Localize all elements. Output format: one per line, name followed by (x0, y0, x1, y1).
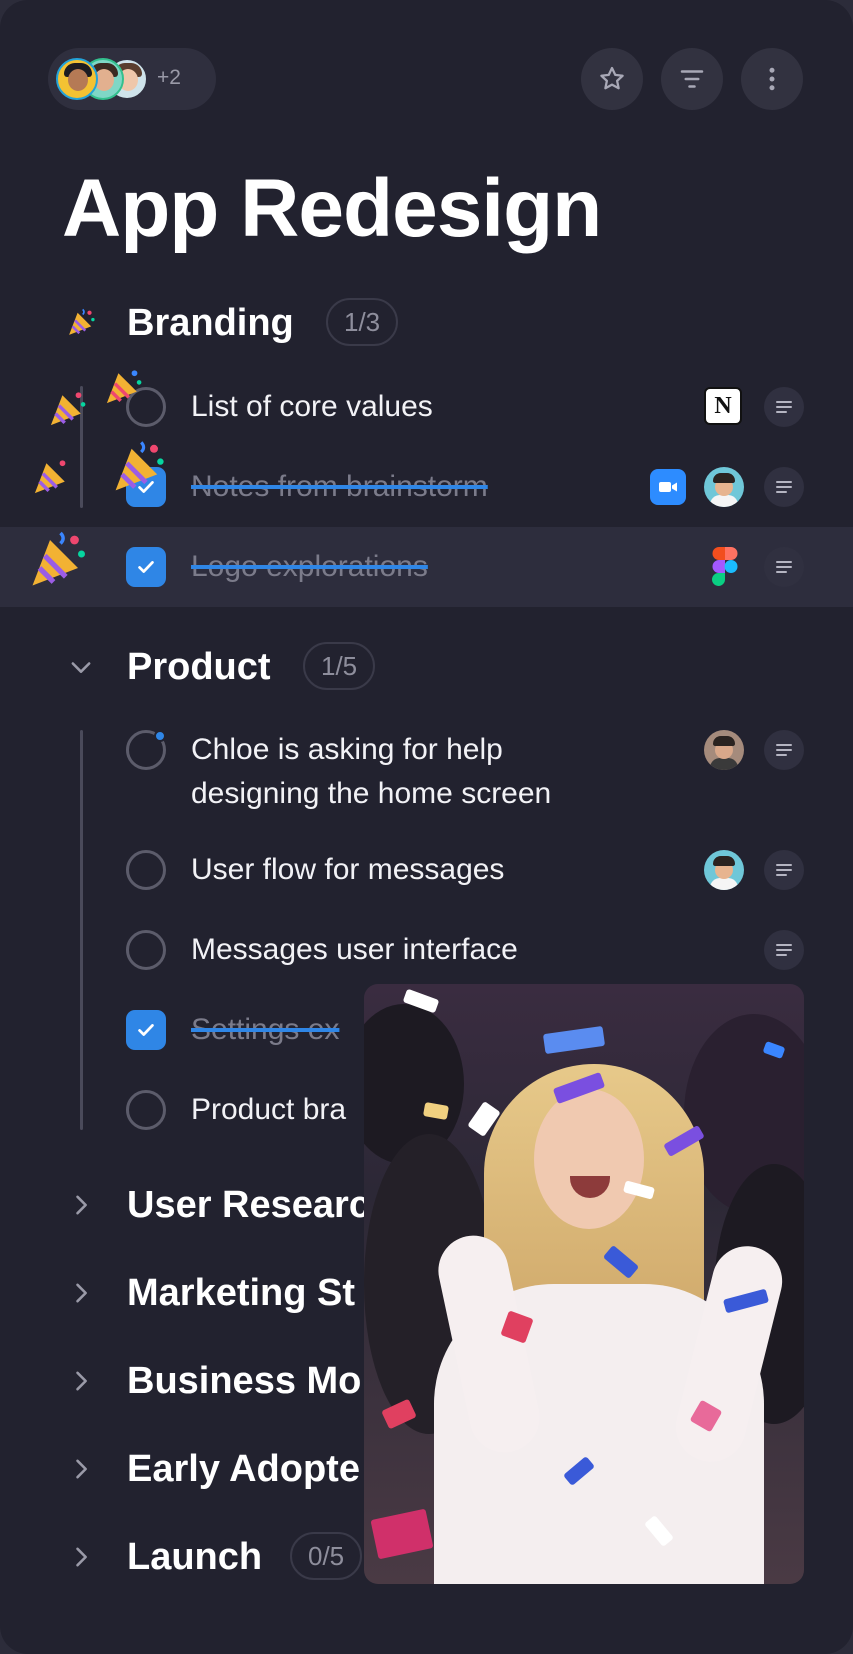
notes-icon (776, 401, 792, 413)
task-label-line-2: designing the home screen (191, 777, 552, 810)
section-title: Business Mo (127, 1360, 362, 1402)
task-row[interactable]: Messages user interface (0, 928, 853, 988)
section-title: User Researc (127, 1184, 370, 1226)
progress-badge: 1/3 (326, 298, 399, 346)
celebration-video[interactable] (364, 984, 804, 1584)
chevron-right-icon[interactable] (64, 1540, 98, 1574)
check-icon (138, 1024, 154, 1036)
person-face (534, 1089, 644, 1229)
notes-button[interactable] (764, 467, 804, 507)
task-checkbox[interactable] (126, 930, 166, 970)
section-header-product[interactable]: Product 1/5 (0, 636, 853, 696)
page-title: App Redesign (62, 163, 602, 254)
more-collaborators-count: +2 (157, 66, 181, 89)
check-icon (138, 561, 154, 573)
section-header-branding[interactable]: Branding 1/3 (0, 292, 853, 352)
confetti (370, 1508, 434, 1560)
notes-icon (776, 744, 792, 756)
notes-button[interactable] (764, 547, 804, 587)
section-title: Branding (127, 302, 294, 344)
party-popper-icon (34, 460, 66, 494)
assignee-avatar[interactable] (704, 730, 744, 770)
chevron-down-icon[interactable] (64, 650, 98, 684)
notes-icon (776, 481, 792, 493)
filter-icon (680, 70, 704, 88)
assignee-avatar[interactable] (704, 467, 744, 507)
figma-icon[interactable] (712, 547, 738, 587)
task-label: Notes from brainstorm (191, 470, 488, 503)
task-label: Logo explorations (191, 550, 428, 583)
party-popper-icon (32, 531, 85, 586)
assignee-avatar[interactable] (704, 850, 744, 890)
notes-icon (776, 944, 792, 956)
more-options-button[interactable] (741, 48, 803, 110)
notes-icon (776, 561, 792, 573)
task-label-line-1: Chloe is asking for help (191, 733, 503, 766)
party-popper-icon (64, 306, 98, 340)
task-label: User flow for messages (191, 853, 505, 886)
party-popper-icon (106, 370, 142, 404)
party-popper-icon (50, 392, 86, 426)
notes-button[interactable] (764, 387, 804, 427)
party-popper-icon (115, 441, 164, 491)
unread-indicator (154, 730, 166, 742)
progress-badge: 1/5 (303, 642, 376, 690)
notes-button[interactable] (764, 730, 804, 770)
chevron-right-icon[interactable] (64, 1364, 98, 1398)
progress-badge: 0/5 (290, 1532, 363, 1580)
section-title: Marketing St (127, 1272, 356, 1314)
collaborator-avatars[interactable]: +2 (48, 48, 216, 110)
favorite-button[interactable] (581, 48, 643, 110)
task-checkbox-checked[interactable] (126, 1010, 166, 1050)
chevron-right-icon[interactable] (64, 1188, 98, 1222)
avatar (56, 58, 98, 100)
chevron-right-icon[interactable] (64, 1452, 98, 1486)
notes-button[interactable] (764, 930, 804, 970)
task-row[interactable]: User flow for messages (0, 848, 853, 908)
confetti (542, 1025, 606, 1055)
star-icon (600, 66, 624, 90)
task-checkbox[interactable] (126, 730, 166, 770)
task-checkbox[interactable] (126, 1090, 166, 1130)
section-title: Early Adopte (127, 1448, 360, 1490)
task-label: Product bra (191, 1093, 347, 1126)
notes-icon (776, 864, 792, 876)
app-panel: +2 App Redesign Branding 1/3 List of cor… (0, 0, 853, 1654)
task-label: List of core values (191, 390, 433, 423)
chevron-right-icon[interactable] (64, 1276, 98, 1310)
task-checkbox-checked[interactable] (126, 547, 166, 587)
notes-button[interactable] (764, 850, 804, 890)
section-title: Product (127, 646, 271, 688)
section-title: Launch (127, 1536, 263, 1578)
task-row[interactable]: Logo explorations (0, 545, 853, 605)
task-label: Settings ex (191, 1013, 340, 1046)
task-checkbox[interactable] (126, 850, 166, 890)
filter-button[interactable] (661, 48, 723, 110)
notion-icon[interactable]: N (704, 387, 742, 425)
task-label: Messages user interface (191, 933, 518, 966)
task-row[interactable]: Chloe is asking for help designing the h… (0, 728, 853, 818)
more-vertical-icon (769, 67, 775, 91)
zoom-icon[interactable] (650, 469, 686, 505)
